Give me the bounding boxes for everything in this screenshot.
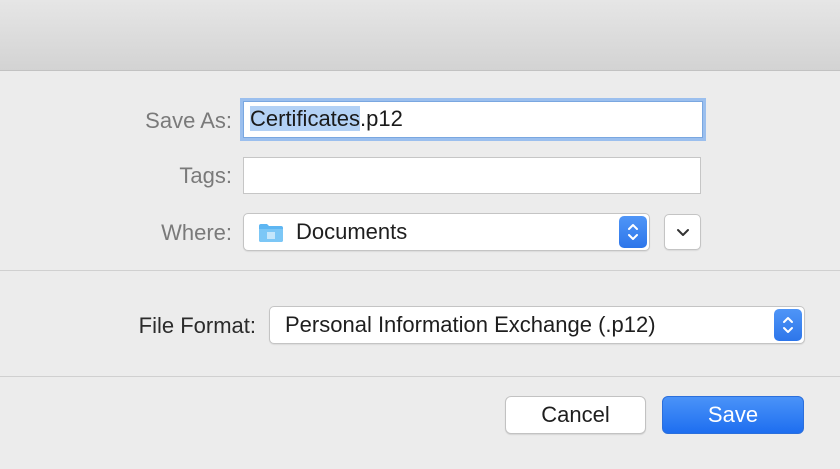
dialog-titlebar xyxy=(0,0,840,71)
section-divider xyxy=(0,270,840,271)
file-format-label: File Format: xyxy=(138,313,256,338)
save-as-label: Save As: xyxy=(145,108,232,133)
where-stepper-icon xyxy=(619,216,647,248)
file-format-popup[interactable]: Personal Information Exchange (.p12) xyxy=(269,306,805,344)
file-format-value: Personal Information Exchange (.p12) xyxy=(285,312,656,337)
expand-dialog-button[interactable] xyxy=(664,214,701,250)
folder-icon xyxy=(259,224,283,242)
section-divider-bottom xyxy=(0,376,840,377)
tags-field[interactable] xyxy=(243,157,701,194)
chevron-down-icon xyxy=(676,229,689,236)
where-popup[interactable]: Documents xyxy=(243,213,650,251)
save-button[interactable]: Save xyxy=(662,396,804,434)
where-value: Documents xyxy=(296,219,408,244)
save-dialog: Save As: Certificates.p12 Tags: Where: D… xyxy=(0,0,840,469)
tags-label: Tags: xyxy=(179,163,232,188)
filename-selected-text: Certificates xyxy=(250,106,361,131)
file-format-stepper-icon xyxy=(774,309,802,341)
filename-extension-text: .p12 xyxy=(360,106,403,131)
cancel-button[interactable]: Cancel xyxy=(505,396,646,434)
where-label: Where: xyxy=(161,220,232,245)
save-as-field[interactable]: Certificates.p12 xyxy=(243,101,703,138)
